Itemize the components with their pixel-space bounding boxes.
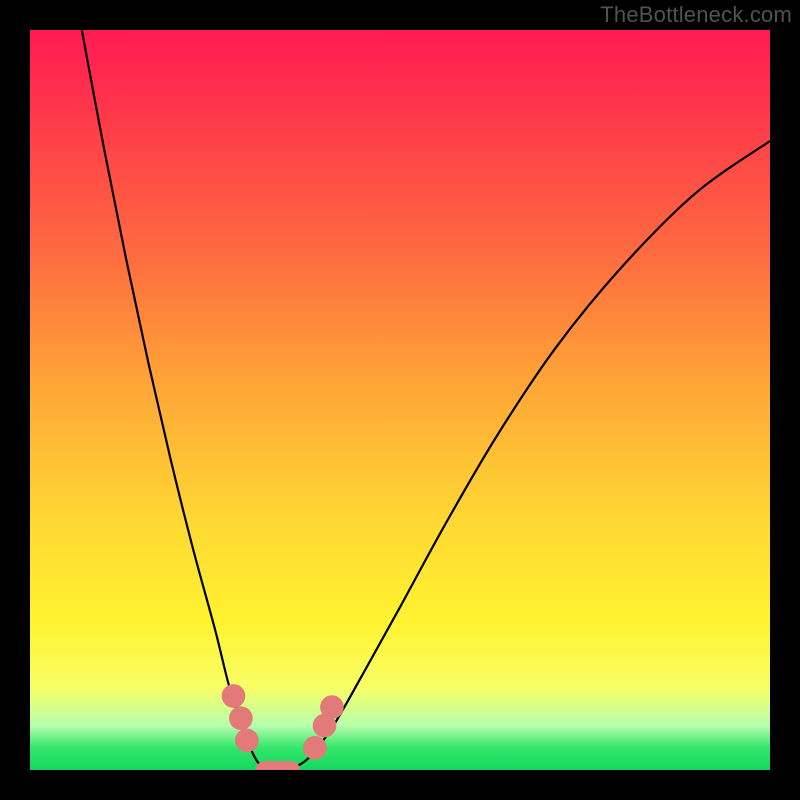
data-marker-pill — [256, 761, 300, 770]
data-marker-dot — [229, 706, 253, 730]
data-marker-dot — [320, 695, 344, 719]
marker-layer — [222, 684, 344, 770]
chart-stage: TheBottleneck.com — [0, 0, 800, 800]
watermark-text: TheBottleneck.com — [600, 2, 792, 28]
bottleneck-curve — [82, 30, 770, 770]
curve-layer — [30, 30, 770, 770]
data-marker-dot — [222, 684, 246, 708]
data-marker-dot — [303, 736, 327, 760]
data-marker-dot — [235, 729, 259, 753]
